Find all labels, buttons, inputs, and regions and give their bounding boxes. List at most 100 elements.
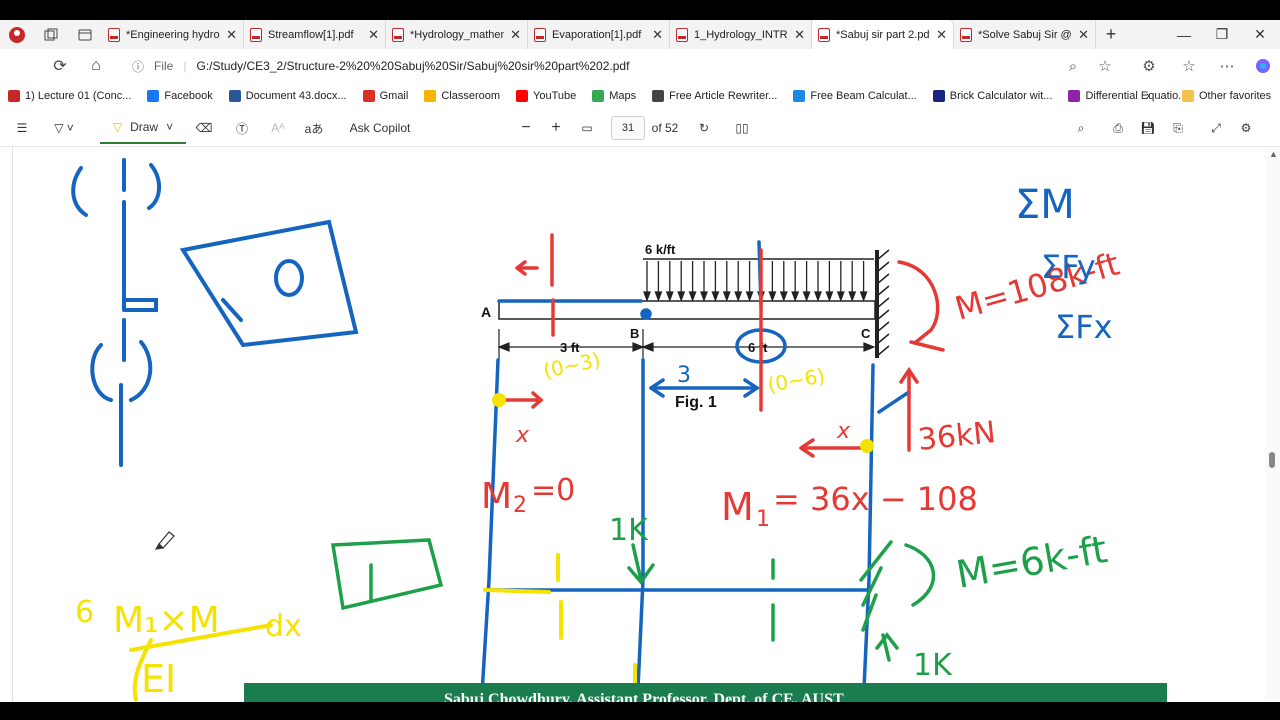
highlight-icon[interactable]: ▽ ˅ bbox=[46, 109, 82, 147]
load-arrow-head bbox=[711, 291, 720, 302]
zoom-out-button[interactable]: − bbox=[516, 109, 536, 147]
pen-icon: ▽ bbox=[112, 120, 123, 134]
address-bar[interactable]: ⓘ File | G:/Study/CE3_2/Structure-2%20%2… bbox=[132, 54, 1132, 78]
sum-m-label: ΣM bbox=[1015, 182, 1075, 228]
favorites-icon[interactable]: ☆ bbox=[1172, 49, 1206, 83]
favorite-site-icon bbox=[652, 90, 665, 102]
favorite-label: Gmail bbox=[379, 90, 409, 102]
favorite-site-icon bbox=[592, 90, 605, 102]
tab-engineering-hydrology[interactable]: *Engineering hydrolo ✕ bbox=[102, 20, 244, 49]
copilot-icon[interactable] bbox=[1246, 49, 1280, 83]
tab-title: *Sabuj sir part 2.pdf bbox=[836, 28, 931, 41]
zoom-icon[interactable]: ⌕ bbox=[1056, 49, 1090, 83]
favorite-item[interactable]: Gmail bbox=[362, 90, 409, 102]
favorite-item[interactable]: 1) Lecture 01 (Conc... bbox=[8, 90, 131, 102]
erase-icon[interactable]: ⌫ bbox=[192, 109, 216, 147]
pdf-icon bbox=[108, 27, 120, 42]
favorite-item[interactable]: Free Article Rewriter... bbox=[652, 90, 777, 102]
tab-streamflow[interactable]: Streamflow[1].pdf ✕ bbox=[244, 20, 386, 49]
close-tab-icon[interactable]: ✕ bbox=[794, 27, 805, 43]
ask-copilot-button[interactable]: Ask Copilot bbox=[340, 109, 420, 147]
text-icon[interactable]: Ⓣ bbox=[230, 109, 254, 147]
close-tab-icon[interactable]: ✕ bbox=[652, 27, 663, 43]
address-bar-row: ⟳ ⌂ ⓘ File | G:/Study/CE3_2/Structure-2%… bbox=[0, 49, 1280, 83]
tab-evaporation[interactable]: Evaporation[1].pdf ✕ bbox=[528, 20, 670, 49]
favorite-site-icon bbox=[8, 90, 20, 102]
favorite-item[interactable]: Differential Equatio... bbox=[1068, 90, 1187, 102]
profile-avatar-icon[interactable] bbox=[0, 20, 34, 49]
favorite-item[interactable]: Facebook bbox=[147, 90, 213, 102]
range-left-label: (0~3) bbox=[541, 347, 603, 382]
favorite-label: Maps bbox=[609, 90, 637, 102]
print-icon[interactable]: ⎙ bbox=[1106, 109, 1130, 147]
page-footer-bar: Sabuj Chowdhury, Assistant Professor, De… bbox=[244, 683, 1167, 702]
home-icon[interactable]: ⌂ bbox=[78, 49, 114, 83]
restore-button[interactable]: ❐ bbox=[1202, 20, 1242, 49]
favorite-label: Free Article Rewriter... bbox=[669, 90, 778, 102]
favorite-star-icon[interactable]: ☆ bbox=[1088, 49, 1122, 83]
tab-sabuj-sir-part2[interactable]: *Sabuj sir part 2.pdf ✕ bbox=[812, 20, 954, 49]
load-arrow-head bbox=[700, 291, 708, 302]
left-support-sketch bbox=[71, 158, 161, 467]
point-b-label: B bbox=[630, 326, 639, 341]
close-tab-icon[interactable]: ✕ bbox=[226, 27, 237, 43]
load-arrow-head bbox=[779, 291, 788, 302]
point-c-label: C bbox=[861, 326, 871, 341]
other-favorites-folder[interactable]: Other favorites bbox=[1182, 90, 1271, 102]
favorite-site-icon bbox=[932, 90, 945, 102]
page-view-icon[interactable]: ▯▯ bbox=[730, 109, 754, 147]
info-icon[interactable]: ⓘ bbox=[132, 58, 144, 75]
contents-icon[interactable]: ☰ bbox=[12, 109, 32, 147]
read-aloud-icon[interactable]: aあ bbox=[302, 109, 326, 147]
favorite-site-icon bbox=[362, 90, 375, 102]
zoom-in-button[interactable]: + bbox=[546, 109, 566, 147]
fullscreen-icon[interactable]: ⤢ bbox=[1204, 109, 1228, 147]
close-window-button[interactable]: ✕ bbox=[1240, 20, 1280, 49]
pdf-viewport[interactable]: 0 6 k/ft A B C 3 ft 6 ft Fig. 1 3 x x M … bbox=[0, 147, 1265, 702]
favorite-item[interactable]: Maps bbox=[592, 90, 636, 102]
close-tab-icon[interactable]: ✕ bbox=[510, 27, 521, 43]
load-arrow-head bbox=[791, 291, 800, 302]
fit-page-icon[interactable]: ▭ bbox=[576, 109, 598, 147]
minimize-button[interactable]: — bbox=[1164, 20, 1204, 49]
favorite-item[interactable]: Classeroom bbox=[424, 90, 500, 102]
vertical-scrollbar[interactable]: ▲ bbox=[1265, 147, 1280, 702]
close-tab-icon[interactable]: ✕ bbox=[936, 27, 947, 43]
scroll-up-icon[interactable]: ▲ bbox=[1269, 149, 1278, 159]
text-size-icon[interactable]: Aᴬ bbox=[266, 109, 290, 147]
page-number-input[interactable]: 31 bbox=[611, 116, 645, 140]
tab-actions-icon[interactable] bbox=[68, 20, 102, 49]
one-box-label: 1 bbox=[363, 597, 364, 599]
refresh-icon[interactable]: ⟳ bbox=[42, 49, 78, 83]
load-arrow-head bbox=[825, 291, 834, 302]
save-icon[interactable]: 💾︎ bbox=[1136, 109, 1160, 147]
draw-button[interactable]: ▽ Draw ˅ bbox=[100, 112, 186, 144]
extensions-icon[interactable]: ⚙ bbox=[1132, 49, 1166, 83]
url-text[interactable]: G:/Study/CE3_2/Structure-2%20%20Sabuj%20… bbox=[196, 59, 629, 73]
m2-rest: =0 bbox=[531, 473, 575, 508]
favorite-item[interactable]: Free Beam Calculat... bbox=[793, 90, 917, 102]
tab-hydrology-math[interactable]: *Hydrology_mathem ✕ bbox=[386, 20, 528, 49]
favorites-overflow-chevron-icon[interactable]: › bbox=[1146, 90, 1150, 102]
settings-gear-icon[interactable]: ⚙ bbox=[1234, 109, 1258, 147]
search-icon[interactable]: ⌕ bbox=[1070, 109, 1092, 147]
favorite-item[interactable]: Document 43.docx... bbox=[228, 90, 347, 102]
save-as-icon[interactable]: ⎘ bbox=[1166, 109, 1190, 147]
rotate-icon[interactable]: ↻ bbox=[692, 109, 716, 147]
new-tab-button[interactable]: + bbox=[1096, 24, 1126, 45]
tab-hydrology-intro[interactable]: 1_Hydrology_INTRO ✕ bbox=[670, 20, 812, 49]
vertical-scroll-thumb[interactable] bbox=[1269, 452, 1275, 468]
x-left-label: x bbox=[515, 423, 530, 448]
page-number-field[interactable]: 31 bbox=[610, 109, 646, 147]
point-a-label: A bbox=[481, 304, 491, 320]
close-tab-icon[interactable]: ✕ bbox=[1078, 27, 1089, 43]
blue-frame-sketch bbox=[479, 240, 911, 702]
workspaces-icon[interactable] bbox=[34, 20, 68, 49]
box-zero-sketch bbox=[179, 219, 359, 348]
tab-title: *Hydrology_mathem bbox=[410, 28, 505, 41]
more-menu-icon[interactable]: ⋯ bbox=[1210, 49, 1244, 83]
tab-solve-sabuj-sir[interactable]: *Solve Sabuj Sir @ay ✕ bbox=[954, 20, 1096, 49]
favorite-item[interactable]: YouTube bbox=[516, 90, 576, 102]
favorite-item[interactable]: Brick Calculator wit... bbox=[932, 90, 1052, 102]
close-tab-icon[interactable]: ✕ bbox=[368, 27, 379, 43]
